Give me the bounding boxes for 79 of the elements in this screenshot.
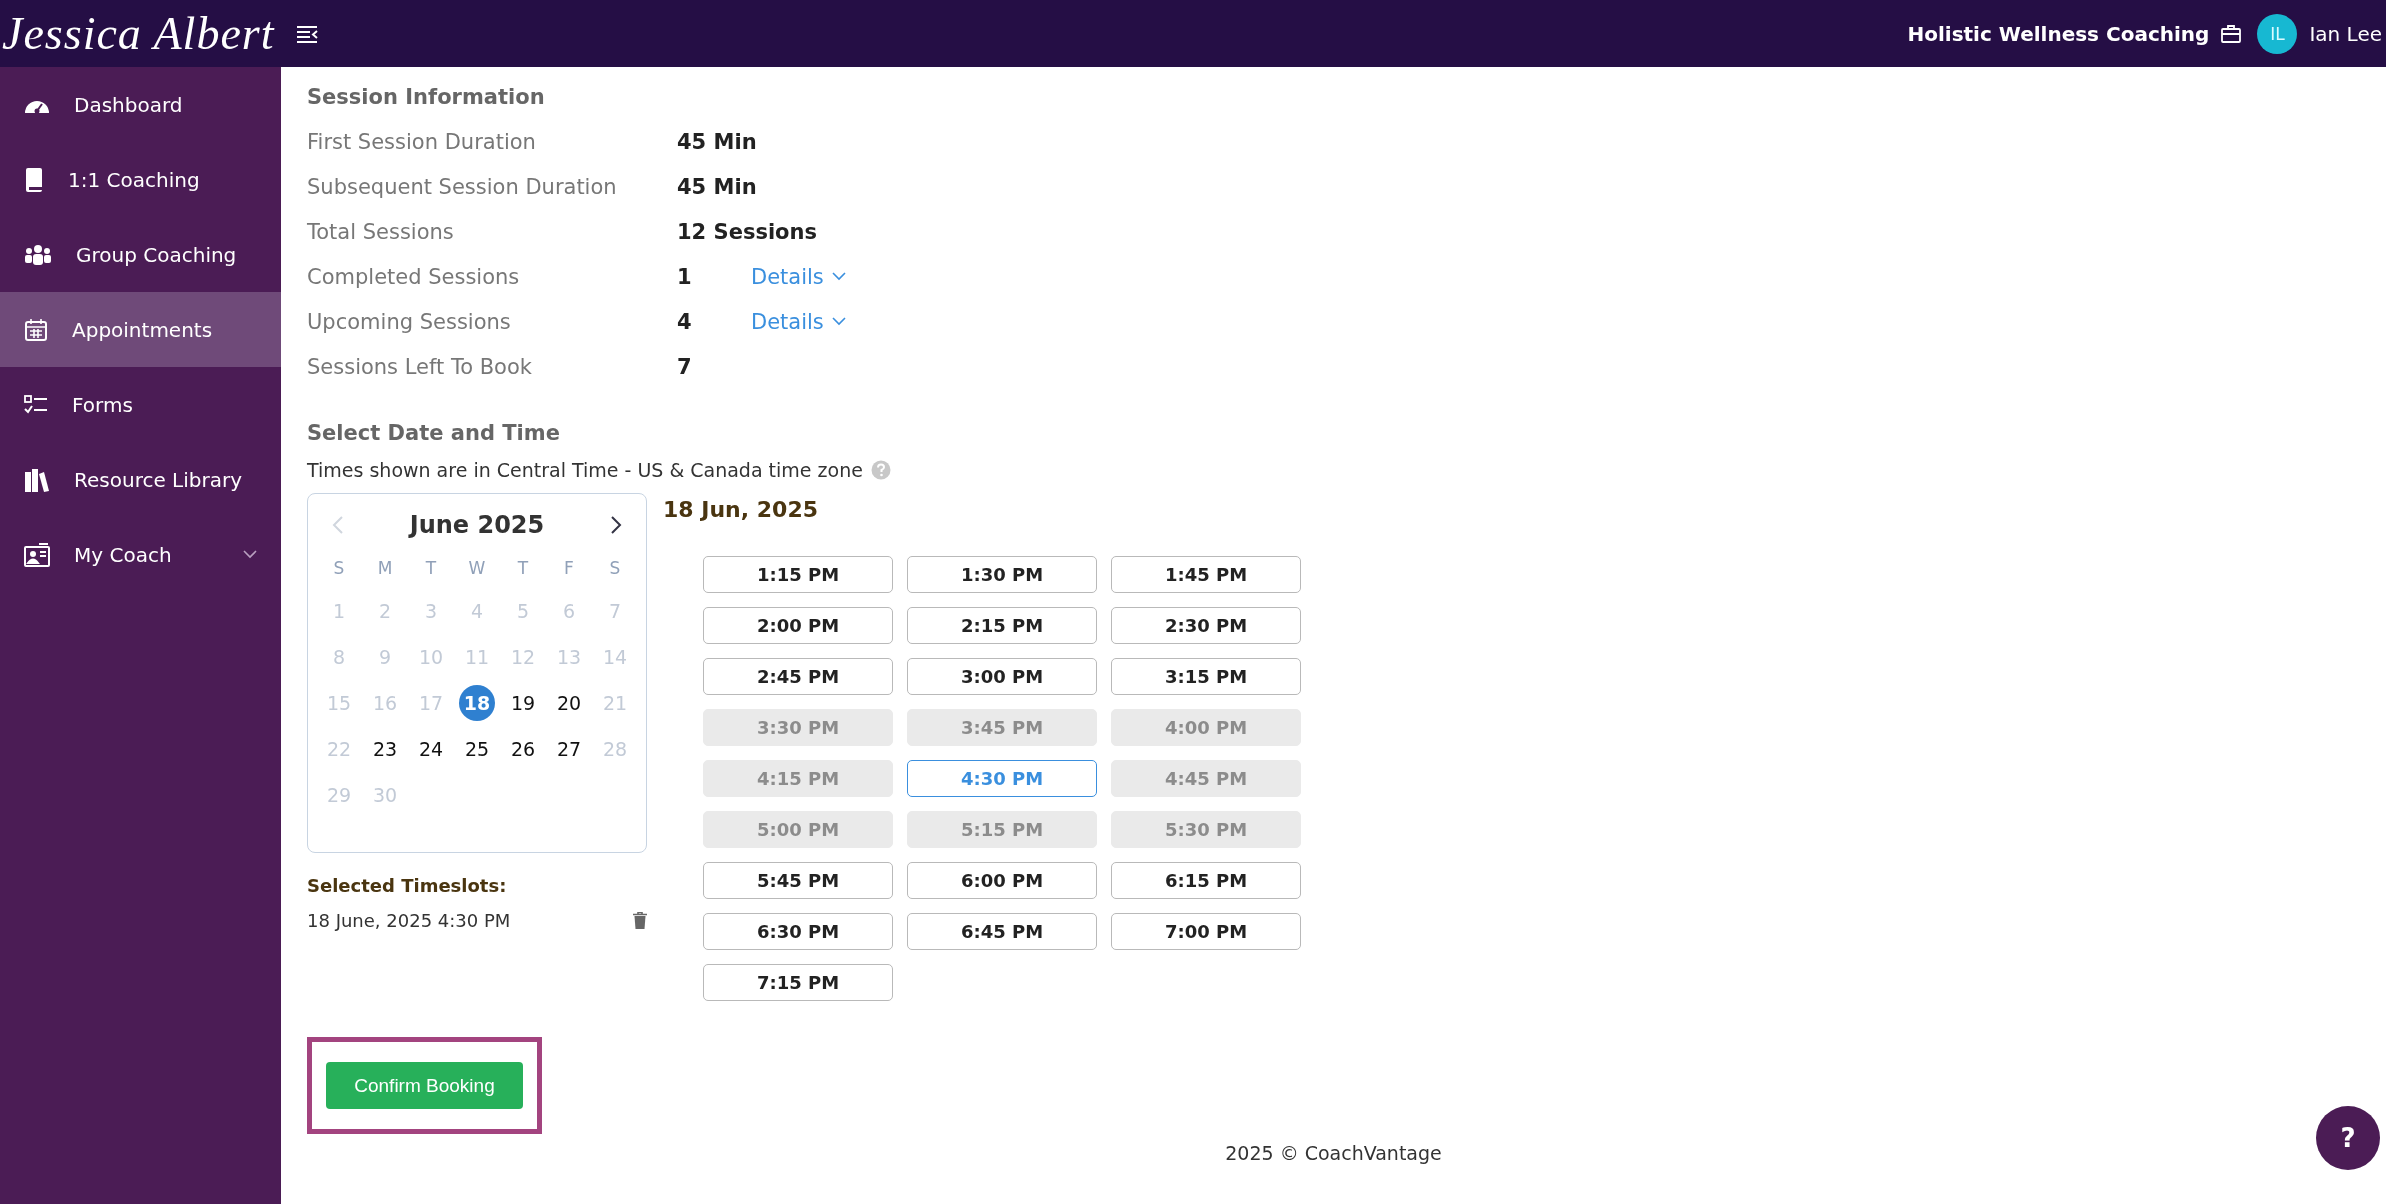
footer-text: 2025 © CoachVantage [1225, 1142, 1442, 1166]
weekday-label: T [425, 558, 437, 578]
info-label: Upcoming Sessions [307, 308, 512, 336]
sidebar-item[interactable]: Dashboard [0, 67, 281, 142]
selected-timeslots-title: Selected Timeslots: [307, 875, 508, 896]
confirm-booking-button[interactable]: Confirm Booking [326, 1062, 523, 1109]
info-label: Total Sessions [307, 218, 455, 246]
info-value: 45 Min [677, 173, 758, 201]
time-slot[interactable]: 3:15 PM [1111, 658, 1301, 695]
time-slot[interactable]: 6:30 PM [703, 913, 893, 950]
section-title: Select Date and Time [307, 421, 561, 445]
info-value: 1 [677, 263, 693, 291]
info-label: Completed Sessions [307, 263, 521, 291]
calendar-day[interactable]: 23 [367, 731, 403, 767]
info-label: Subsequent Session Duration [307, 173, 618, 201]
logo: Jessica Albert [1, 7, 276, 60]
timezone-note: Times shown are in Central Time - US & Canada time zone [307, 459, 863, 481]
time-slot[interactable]: 1:45 PM [1111, 556, 1301, 593]
info-label: Sessions Left To Book [307, 353, 533, 381]
next-month-icon[interactable] [610, 515, 622, 535]
details-link[interactable]: Details [751, 299, 2360, 344]
weekday-label: S [333, 558, 345, 578]
weekday-label: S [609, 558, 621, 578]
info-value: 4 [677, 308, 693, 336]
briefcase-icon[interactable] [2221, 24, 2242, 43]
weekday-label: F [564, 558, 574, 578]
calendar-day[interactable]: 27 [551, 731, 587, 767]
month-title: June 2025 [409, 511, 545, 539]
time-slot[interactable]: 7:00 PM [1111, 913, 1301, 950]
calendar-day[interactable]: 24 [413, 731, 449, 767]
checklist-icon [24, 394, 48, 415]
help-button[interactable]: ? [2316, 1106, 2380, 1170]
selected-timeslot: 18 June, 2025 4:30 PM [307, 910, 511, 931]
time-slot[interactable]: 2:00 PM [703, 607, 893, 644]
time-slot[interactable]: 6:45 PM [907, 913, 1097, 950]
info-label: First Session Duration [307, 128, 537, 156]
details-link[interactable]: Details [751, 254, 2360, 299]
calendar-icon [24, 317, 48, 342]
info-value: 12 Sessions [677, 218, 818, 246]
calendar-day[interactable]: 26 [505, 731, 541, 767]
time-slot[interactable]: 1:30 PM [907, 556, 1097, 593]
sidebar-item[interactable]: Group Coaching [0, 217, 281, 292]
time-slot[interactable]: 3:00 PM [907, 658, 1097, 695]
books-icon [24, 466, 50, 493]
id-card-icon [24, 542, 50, 567]
calendar-day[interactable]: 18 [459, 685, 495, 721]
weekday-label: T [517, 558, 529, 578]
chevron-down-icon[interactable] [243, 550, 257, 559]
time-slot[interactable]: 2:45 PM [703, 658, 893, 695]
info-value: 7 [677, 353, 693, 381]
chevron-down-icon [831, 317, 846, 326]
people-icon [24, 243, 52, 266]
time-slot[interactable]: 2:15 PM [907, 607, 1097, 644]
selected-date: 18 Jun, 2025 [663, 497, 820, 522]
time-slot[interactable]: 4:30 PM [907, 760, 1097, 797]
section-title: Session Information [307, 85, 546, 109]
user-name[interactable]: Ian Lee [2309, 21, 2382, 46]
time-slot[interactable]: 5:45 PM [703, 862, 893, 899]
user-avatar[interactable]: IL [2257, 13, 2298, 54]
calendar-day[interactable]: 20 [551, 685, 587, 721]
calendar-day[interactable]: 25 [459, 731, 495, 767]
sidebar-item[interactable]: Forms [0, 367, 281, 442]
time-slot[interactable]: 2:30 PM [1111, 607, 1301, 644]
time-slot[interactable]: 7:15 PM [703, 964, 893, 1001]
chevron-down-icon [831, 272, 846, 281]
time-slot[interactable]: 6:00 PM [907, 862, 1097, 899]
sidebar-item[interactable]: My Coach [0, 517, 281, 592]
weekday-label: M [377, 558, 393, 578]
info-value: 45 Min [677, 128, 758, 156]
time-slot[interactable]: 1:15 PM [703, 556, 893, 593]
sidebar-item[interactable]: Resource Library [0, 442, 281, 517]
sidebar-item[interactable]: Appointments [0, 292, 281, 367]
time-slot[interactable]: 6:15 PM [1111, 862, 1301, 899]
book-icon [24, 166, 44, 193]
weekday-label: W [468, 558, 486, 578]
organization-name: Holistic Wellness Coaching [1907, 21, 2210, 46]
calendar-day[interactable]: 19 [505, 685, 541, 721]
trash-icon[interactable] [633, 912, 647, 929]
sidebar-item[interactable]: 1:1 Coaching [0, 142, 281, 217]
